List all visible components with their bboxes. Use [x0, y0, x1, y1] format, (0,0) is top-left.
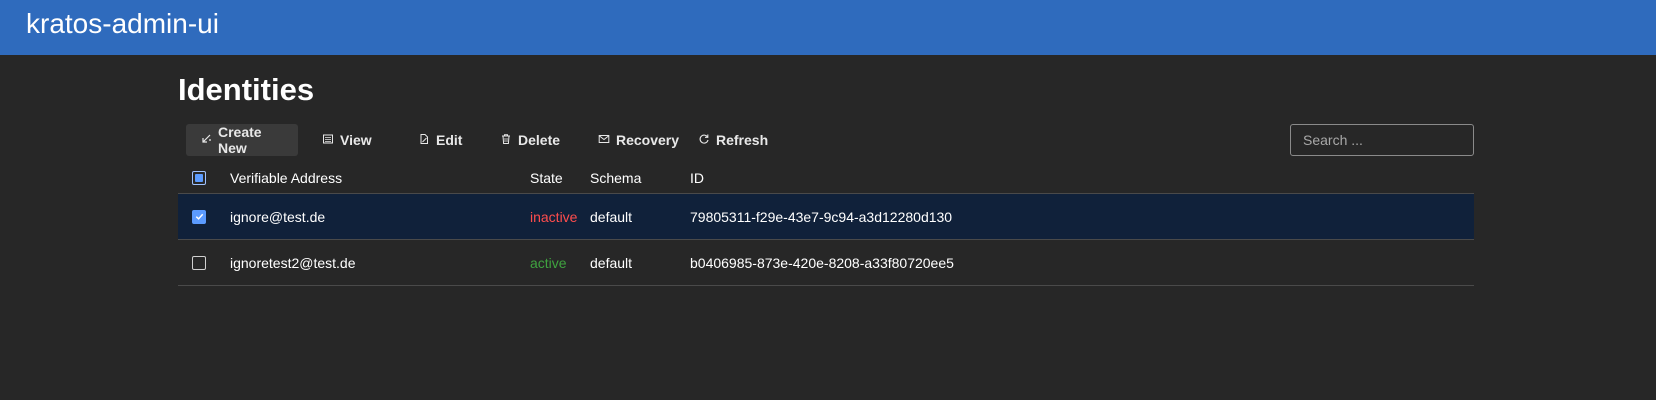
row-checkbox[interactable]: [192, 209, 206, 224]
recovery-button[interactable]: Recovery: [584, 124, 693, 156]
view-button[interactable]: View: [308, 124, 386, 156]
edit-button[interactable]: Edit: [404, 124, 476, 156]
search-input[interactable]: [1290, 124, 1474, 156]
page-title: Identities: [178, 72, 315, 107]
row-schema: default: [590, 208, 633, 225]
create-new-button[interactable]: Create New: [186, 124, 298, 156]
refresh-button[interactable]: Refresh: [684, 124, 782, 156]
row-id: 79805311-f29e-43e7-9c94-a3d12280d130: [690, 208, 953, 225]
refresh-icon: [698, 132, 710, 148]
row-select-cell: [192, 240, 206, 285]
mail-icon: [598, 132, 610, 148]
delete-label: Delete: [518, 132, 561, 148]
select-all-checkbox[interactable]: [192, 171, 206, 185]
row-address: ignore@test.de: [230, 208, 326, 225]
edit-icon: [418, 132, 430, 148]
row-id: b0406985-873e-420e-8208-a33f80720ee5: [690, 254, 954, 271]
refresh-label: Refresh: [716, 132, 769, 148]
column-header-id[interactable]: ID: [690, 163, 704, 193]
row-state: inactive: [530, 208, 578, 225]
row-address: ignoretest2@test.de: [230, 254, 356, 271]
table-row[interactable]: ignore@test.de inactive default 79805311…: [178, 194, 1474, 240]
row-state: active: [530, 254, 567, 271]
select-all-cell: [192, 163, 206, 193]
row-select-cell: [192, 194, 206, 239]
view-label: View: [340, 132, 372, 148]
edit-label: Edit: [436, 132, 463, 148]
app-title: kratos-admin-ui: [26, 8, 219, 39]
column-header-address[interactable]: Verifiable Address: [230, 163, 342, 193]
create-new-label: Create New: [218, 124, 262, 156]
table-row[interactable]: ignoretest2@test.de active default b0406…: [178, 240, 1474, 286]
add-icon: [200, 132, 212, 148]
identities-table: Verifiable Address State Schema ID ignor…: [178, 163, 1474, 286]
row-checkbox[interactable]: [192, 255, 206, 270]
app-header: kratos-admin-ui: [0, 0, 1656, 55]
checkmark-icon: [195, 213, 203, 220]
view-icon: [322, 132, 334, 148]
trash-icon: [500, 132, 512, 148]
column-header-state[interactable]: State: [530, 163, 563, 193]
delete-button[interactable]: Delete: [486, 124, 574, 156]
row-schema: default: [590, 254, 633, 271]
command-bar: Create New View Edit Delete Recovery Ref…: [186, 124, 1474, 156]
column-header-schema[interactable]: Schema: [590, 163, 641, 193]
recovery-label: Recovery: [616, 132, 680, 148]
table-header: Verifiable Address State Schema ID: [178, 163, 1474, 194]
